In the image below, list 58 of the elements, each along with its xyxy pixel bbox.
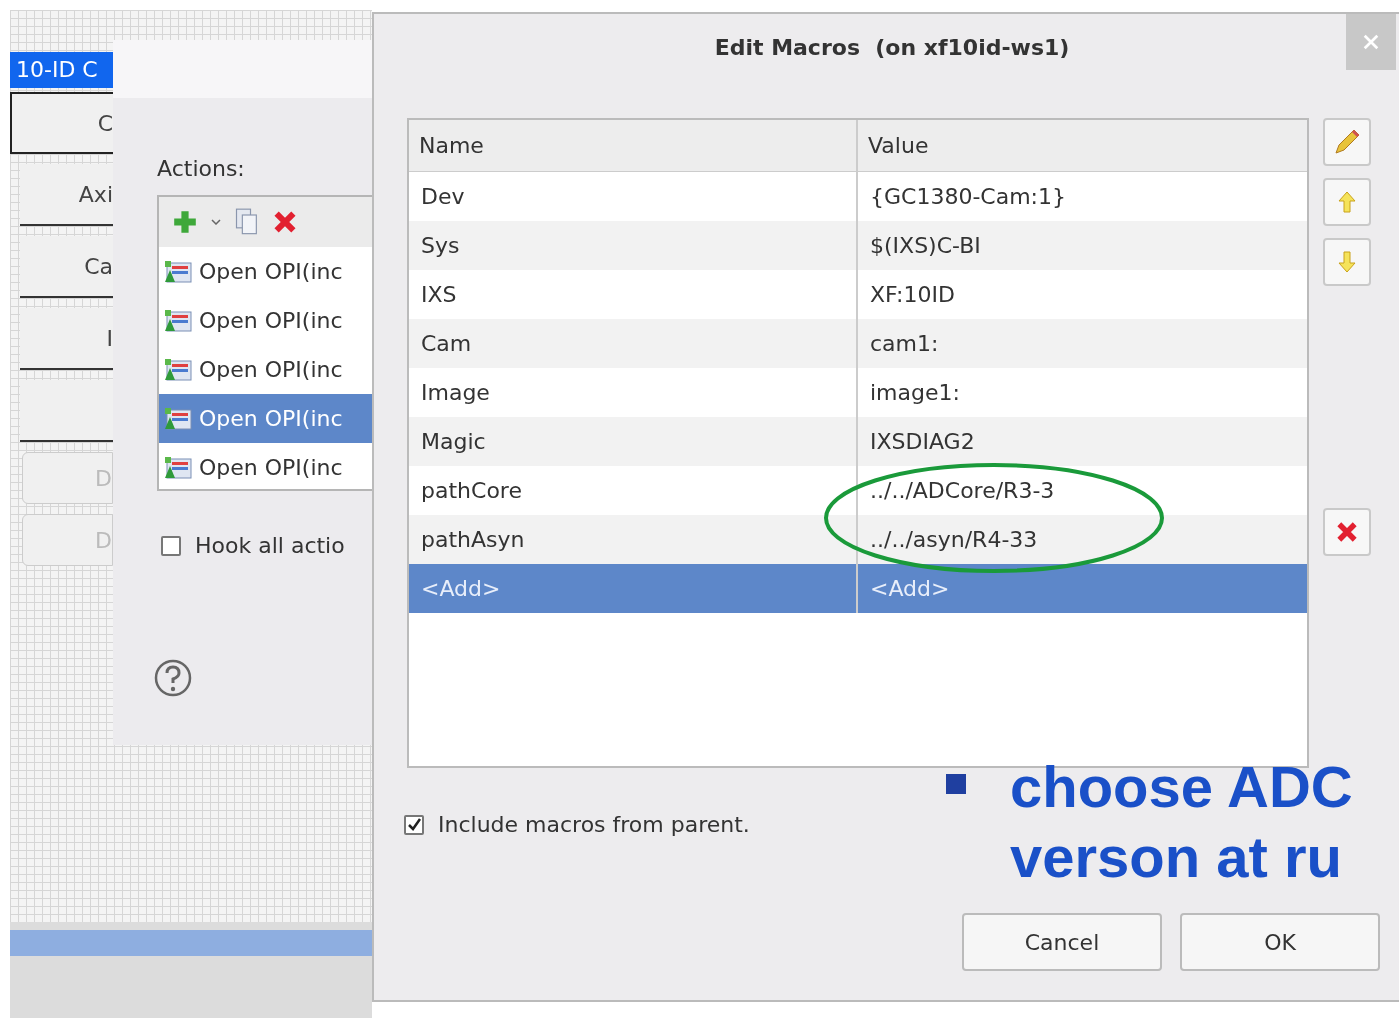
name-cell-text: pathAsyn xyxy=(421,526,525,554)
hook-all-label: Hook all actio xyxy=(195,532,345,560)
image-icon xyxy=(163,455,193,480)
widget-title: 10-ID C xyxy=(10,52,113,88)
edit-button[interactable] xyxy=(1323,118,1371,166)
widget-button[interactable]: C xyxy=(10,92,113,154)
hook-all-checkbox[interactable] xyxy=(161,535,181,556)
table-row[interactable]: Sys $(IXS)C-BI xyxy=(409,221,1307,270)
slide-text: choose ADC xyxy=(1010,753,1353,821)
dialog-title: Edit Macros (on xf10id-ws1) xyxy=(714,33,1070,62)
name-cell-text: Magic xyxy=(421,428,486,456)
slide-text: verson at ru xyxy=(1010,823,1343,891)
value-cell-text: ../../asyn/R4-33 xyxy=(870,526,1038,554)
image-icon xyxy=(163,308,193,333)
delete-icon xyxy=(1336,521,1358,543)
help-icon[interactable] xyxy=(153,658,193,698)
value-cell-text: $(IXS)C-BI xyxy=(870,232,981,260)
close-icon xyxy=(1362,33,1380,51)
widget-button[interactable]: Axi xyxy=(20,164,113,226)
value-cell-text: XF:10ID xyxy=(870,281,955,309)
table-row[interactable]: Magic IXSDIAG2 xyxy=(409,417,1307,466)
name-cell-text: Sys xyxy=(421,232,460,260)
remove-button[interactable] xyxy=(1323,508,1371,556)
up-arrow-icon xyxy=(1337,190,1357,214)
widget-button[interactable]: Ca xyxy=(20,236,113,298)
name-cell-text: Cam xyxy=(421,330,472,358)
value-cell-text: IXSDIAG2 xyxy=(870,428,975,456)
name-cell-text: Image xyxy=(421,379,490,407)
down-arrow-icon xyxy=(1337,250,1357,274)
image-icon xyxy=(163,406,193,431)
dialog-button[interactable]: Cancel xyxy=(962,913,1162,971)
widget-button[interactable]: I xyxy=(20,308,113,370)
add-icon[interactable] xyxy=(173,210,197,234)
value-cell-text: ../../ADCore/R3-3 xyxy=(870,477,1055,505)
widget-button[interactable] xyxy=(20,380,113,442)
bullet-icon xyxy=(946,774,966,794)
value-cell-text: <Add> xyxy=(870,575,950,603)
table-row[interactable]: Cam cam1: xyxy=(409,319,1307,368)
name-cell-text: <Add> xyxy=(421,575,501,603)
dialog-button[interactable]: OK xyxy=(1180,913,1380,971)
include-parent-label: Include macros from parent. xyxy=(438,811,750,839)
name-cell-text: pathCore xyxy=(421,477,522,505)
image-icon xyxy=(163,357,193,382)
delete-icon[interactable] xyxy=(273,210,297,234)
image-icon xyxy=(163,259,193,284)
copy-icon[interactable] xyxy=(235,208,259,236)
name-cell-text: Dev xyxy=(421,183,465,211)
value-cell-text: {GC1380-Cam:1} xyxy=(870,183,1066,211)
value-cell-text: cam1: xyxy=(870,330,939,358)
dropdown-caret-icon[interactable] xyxy=(211,219,221,225)
column-header[interactable]: Value xyxy=(858,120,1307,171)
value-cell-text: image1: xyxy=(870,379,960,407)
actions-label: Actions: xyxy=(157,155,246,183)
name-cell-text: IXS xyxy=(421,281,457,309)
action-item[interactable]: Open OPI(inc xyxy=(159,394,372,443)
pencil-icon xyxy=(1332,127,1362,157)
include-parent-checkbox[interactable] xyxy=(404,814,424,835)
table-row[interactable]: pathAsyn ../../asyn/R4-33 xyxy=(409,515,1307,564)
